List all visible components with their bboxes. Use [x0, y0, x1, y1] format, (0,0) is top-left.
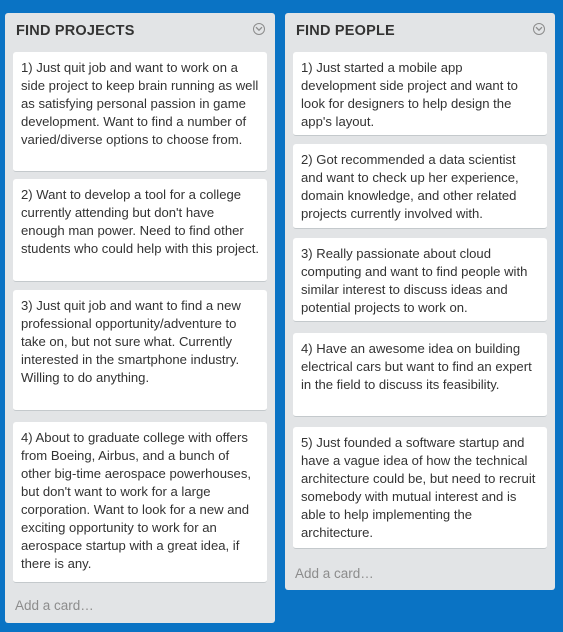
- card[interactable]: 1) Just started a mobile app development…: [293, 52, 547, 136]
- card[interactable]: 1) Just quit job and want to work on a s…: [13, 52, 267, 172]
- list-header: FIND PEOPLE: [296, 22, 547, 40]
- card-text: 3) Really passionate about cloud computi…: [301, 246, 528, 315]
- card-text: 2) Want to develop a tool for a college …: [21, 187, 260, 256]
- add-card-link[interactable]: Add a card…: [295, 565, 374, 583]
- list-title[interactable]: FIND PROJECTS: [16, 22, 267, 40]
- list-find-projects: FIND PROJECTS 1) Just quit job and want …: [5, 13, 275, 623]
- card-text: 4) Have an awesome idea on building elec…: [301, 341, 532, 392]
- card-text: 3) Just quit job and want to find a new …: [21, 298, 241, 385]
- list-find-people: FIND PEOPLE 1) Just started a mobile app…: [285, 13, 555, 590]
- card[interactable]: 4) About to graduate college with offers…: [13, 422, 267, 583]
- card-text: 2) Got recommended a data scientist and …: [301, 152, 519, 221]
- card-text: 1) Just quit job and want to work on a s…: [21, 60, 259, 147]
- list-header: FIND PROJECTS: [16, 22, 267, 40]
- card[interactable]: 4) Have an awesome idea on building elec…: [293, 333, 547, 417]
- card[interactable]: 2) Want to develop a tool for a college …: [13, 179, 267, 282]
- add-card-link[interactable]: Add a card…: [15, 597, 94, 615]
- card[interactable]: 5) Just founded a software startup and h…: [293, 427, 547, 549]
- list-title[interactable]: FIND PEOPLE: [296, 22, 547, 40]
- card-text: 5) Just founded a software startup and h…: [301, 435, 536, 540]
- chevron-down-circle-icon[interactable]: [533, 23, 545, 35]
- card[interactable]: 3) Just quit job and want to find a new …: [13, 290, 267, 411]
- chevron-down-circle-icon[interactable]: [253, 23, 265, 35]
- card-text: 1) Just started a mobile app development…: [301, 60, 518, 129]
- card[interactable]: 2) Got recommended a data scientist and …: [293, 144, 547, 229]
- card[interactable]: 3) Really passionate about cloud computi…: [293, 238, 547, 322]
- card-text: 4) About to graduate college with offers…: [21, 430, 251, 571]
